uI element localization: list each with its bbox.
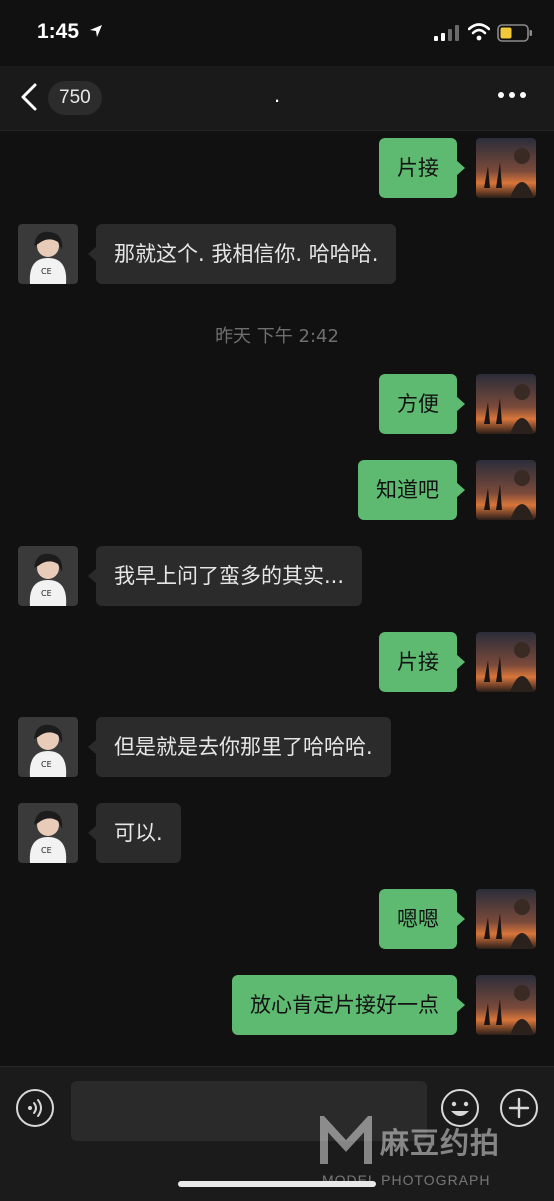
avatar-self[interactable] [476,632,536,692]
message-bubble-outgoing[interactable]: 方便 [379,374,457,434]
avatar-self[interactable] [476,889,536,949]
timestamp: 昨天 下午 2:42 [215,326,339,347]
m-logo-icon [320,1116,372,1164]
message-list[interactable]: 片接 CE 那就这个. 我相信你. 哈哈哈. 昨天 下午 2:42 方便 知道吧… [0,131,554,1065]
home-indicator[interactable] [178,1181,376,1187]
chat-header: 750 . [0,66,554,131]
message-bubble-outgoing[interactable]: 嗯嗯 [379,889,457,949]
battery-icon [497,24,532,42]
cellular-signal-icon [434,25,459,41]
message-bubble-outgoing[interactable]: 知道吧 [358,460,457,520]
avatar-self[interactable] [476,138,536,198]
message-bubble-outgoing[interactable]: 放心肯定片接好一点 [232,975,457,1035]
chat-title: . [273,82,281,107]
avatar-self[interactable] [476,975,536,1035]
svg-text:CE: CE [41,589,52,598]
more-dots-icon[interactable] [496,89,528,101]
status-bar: 1:45 [0,0,554,66]
svg-text:CE: CE [41,760,52,769]
avatar-contact[interactable]: CE [18,224,78,284]
avatar-contact[interactable]: CE [18,717,78,777]
avatar-contact[interactable]: CE [18,803,78,863]
voice-icon[interactable] [15,1088,55,1128]
wifi-icon [468,23,490,41]
message-bubble-incoming[interactable]: 我早上问了蛮多的其实... [96,546,363,606]
message-bubble-incoming[interactable]: 可以. [96,803,181,863]
avatar-contact[interactable]: CE [18,546,78,606]
svg-text:CE: CE [41,846,52,855]
message-bubble-incoming[interactable]: 那就这个. 我相信你. 哈哈哈. [96,224,397,284]
svg-text:CE: CE [41,267,52,276]
avatar-self[interactable] [476,374,536,434]
avatar-self[interactable] [476,460,536,520]
message-bubble-incoming[interactable]: 但是就是去你那里了哈哈哈. [96,717,391,777]
message-bubble-outgoing[interactable]: 片接 [379,632,457,692]
location-arrow-icon [90,25,102,37]
watermark-brand: 麻豆约拍 [380,1126,501,1160]
status-time: 1:45 [37,20,80,43]
message-bubble-outgoing[interactable]: 片接 [379,138,457,198]
